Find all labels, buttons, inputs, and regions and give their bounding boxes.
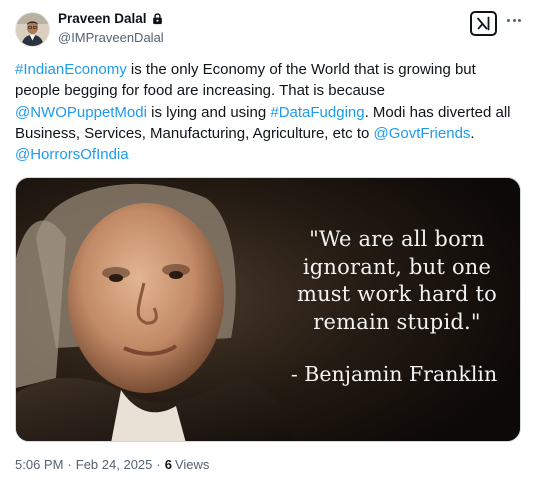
- tweet-media-image[interactable]: "We are all born ignorant, but one must …: [15, 177, 521, 442]
- quote-author: - Benjamin Franklin: [290, 362, 498, 386]
- author-name-row[interactable]: Praveen Dalal: [58, 11, 164, 26]
- hashtag-link[interactable]: #IndianEconomy: [15, 61, 127, 78]
- quote-line: must work hard to: [296, 282, 498, 306]
- quote-line: ignorant, but one: [302, 254, 492, 279]
- more-options-button[interactable]: [504, 10, 524, 30]
- author-display-name[interactable]: Praveen Dalal: [58, 11, 147, 26]
- views-count: 6: [164, 457, 172, 472]
- quote-text: "We are all born ignorant, but one must …: [282, 226, 512, 336]
- more-dot: [518, 18, 521, 22]
- tweet-text-segment: is lying and using: [146, 103, 271, 121]
- mention-link[interactable]: @GovtFriends: [374, 125, 471, 142]
- quote-line: remain stupid.": [313, 309, 481, 334]
- author-handle[interactable]: @IMPraveenDalal: [58, 30, 164, 45]
- views-label: Views: [174, 457, 210, 472]
- grok-button[interactable]: [470, 11, 497, 36]
- more-dot: [512, 18, 516, 22]
- tweet-text: #IndianEconomy is the only Economy of th…: [15, 59, 520, 165]
- lock-icon: [152, 13, 162, 25]
- meta-separator: ·: [67, 457, 72, 472]
- tweet-meta: 5:06 PM · Feb 24, 2025 · 6 Views: [15, 457, 209, 472]
- mention-link[interactable]: @HorrorsOfIndia: [15, 146, 129, 163]
- tweet-date[interactable]: Feb 24, 2025: [76, 457, 153, 472]
- tweet-card: Praveen Dalal @IMPraveenDalal #IndianEco…: [0, 0, 535, 482]
- hashtag-link[interactable]: #DataFudging: [270, 104, 364, 121]
- tweet-text-segment: .: [470, 124, 475, 142]
- author-avatar[interactable]: [15, 12, 50, 47]
- mention-link[interactable]: @NWOPuppetModi: [15, 104, 147, 121]
- person-avatar-icon: [16, 13, 49, 46]
- meta-separator: ·: [156, 457, 161, 472]
- quote-line: "We are all born: [309, 227, 485, 251]
- more-dots-icon: [507, 18, 510, 22]
- tweet-time[interactable]: 5:06 PM: [15, 457, 63, 472]
- grok-icon: [477, 16, 490, 31]
